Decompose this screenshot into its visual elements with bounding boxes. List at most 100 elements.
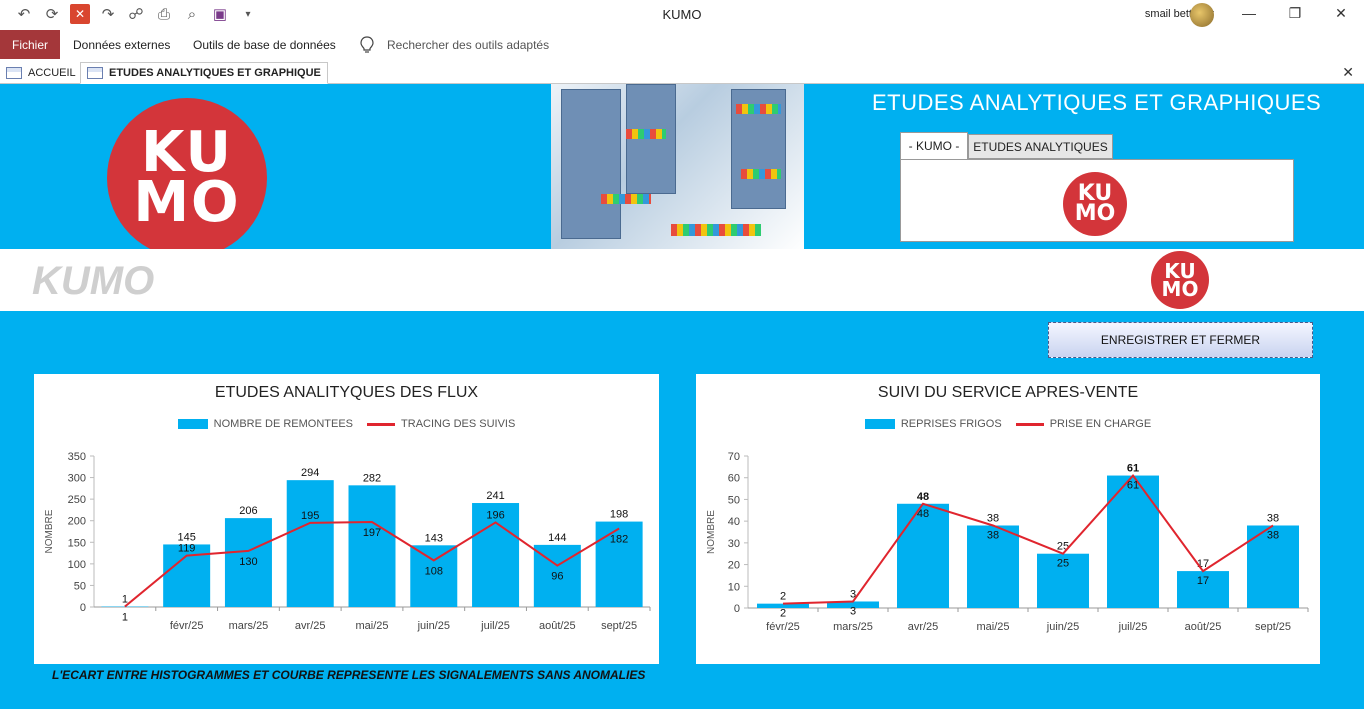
line-data-label: 195	[301, 510, 319, 522]
quick-access-toolbar: ↶ ⟳ ✕ ↷ ☍ ⎙ ⌕ ▣ ▾	[14, 4, 258, 24]
y-tick-label: 0	[80, 602, 86, 614]
tab-etudes[interactable]: ETUDES ANALYTIQUES	[968, 134, 1113, 159]
y-tick-label: 350	[68, 451, 86, 463]
bar-data-label: 144	[548, 532, 566, 544]
line-data-label: 130	[239, 556, 257, 568]
x-tick-label: sept/25	[601, 620, 637, 632]
line-data-label: 61	[1127, 480, 1139, 492]
line-data-label: 38	[987, 529, 999, 541]
attach-icon[interactable]: ☍	[126, 4, 146, 24]
bar-data-label: 38	[1267, 512, 1279, 524]
x-tick-label: août/25	[1185, 621, 1222, 633]
x-tick-label: févr/25	[766, 621, 800, 633]
maximize-icon[interactable]: ❐	[1272, 0, 1318, 26]
bar-data-label: 2	[780, 591, 786, 603]
line-data-label: 1	[122, 612, 128, 624]
minimize-icon[interactable]: —	[1226, 0, 1272, 26]
sav-chart: SUIVI DU SERVICE APRES-VENTE REPRISES FR…	[696, 374, 1320, 664]
tab-etudes-analytiques[interactable]: ETUDES ANALYTIQUES ET GRAPHIQUE	[80, 62, 328, 84]
close-document-icon[interactable]: ✕	[1342, 64, 1354, 81]
customize-icon[interactable]: ▾	[238, 4, 258, 24]
x-tick-label: avr/25	[908, 621, 939, 633]
header-band: KUMO KU MO	[0, 249, 1364, 311]
x-tick-label: mars/25	[229, 620, 269, 632]
close-icon[interactable]: ✕	[1318, 0, 1364, 26]
close-red-icon[interactable]: ✕	[70, 4, 90, 24]
ribbon-menu: Fichier Données externes Outils de base …	[0, 30, 1364, 59]
x-tick-label: févr/25	[170, 620, 204, 632]
tab-page: KU MO	[900, 159, 1294, 242]
bar-data-label: 48	[917, 491, 929, 503]
logo-line: MO	[133, 170, 241, 235]
line-data-label: 196	[486, 509, 504, 521]
line-data-label: 25	[1057, 558, 1069, 570]
tab-label: ACCUEIL	[28, 67, 76, 79]
bar-data-label: 206	[239, 505, 257, 517]
refresh-icon[interactable]: ⟳	[42, 4, 62, 24]
y-tick-label: 20	[728, 560, 740, 572]
lightbulb-icon	[360, 36, 374, 53]
bar	[348, 485, 396, 607]
y-tick-label: 200	[68, 516, 86, 528]
x-tick-label: août/25	[539, 620, 576, 632]
y-tick-label: 60	[728, 473, 740, 485]
app-window: ↶ ⟳ ✕ ↷ ☍ ⎙ ⌕ ▣ ▾ KUMO smail bettahar — …	[0, 0, 1364, 709]
print-preview-icon[interactable]: ⌕	[182, 4, 202, 24]
menu-database-tools[interactable]: Outils de base de données	[193, 38, 336, 52]
y-tick-label: 30	[728, 538, 740, 550]
chart-plot: NOMBRE 0 50 100 150 200 250 300 350 1 févr/25 145 ma…	[44, 451, 651, 632]
sync-icon[interactable]: ⎙	[154, 4, 174, 24]
line-data-label: 3	[850, 605, 856, 617]
filing-cabinet-image	[551, 84, 804, 249]
avatar[interactable]	[1190, 3, 1214, 27]
line-data-label: 197	[363, 527, 381, 539]
y-tick-label: 70	[728, 451, 740, 463]
line-data-label: 108	[425, 565, 443, 577]
form-icon	[6, 67, 22, 79]
y-tick-label: 150	[68, 537, 86, 549]
tab-accueil[interactable]: ACCUEIL	[0, 62, 82, 84]
line-data-label: 17	[1197, 575, 1209, 587]
bar-data-label: 143	[425, 532, 443, 544]
x-tick-label: mai/25	[976, 621, 1009, 633]
chart-plot: NOMBRE010203040506070févr/252mars/253avr…	[706, 451, 1309, 633]
line-data-label: 2	[780, 608, 786, 620]
x-tick-label: juin/25	[417, 620, 450, 632]
line-data-label: 38	[1267, 529, 1279, 541]
y-axis-label: NOMBRE	[44, 509, 55, 553]
tell-me-search[interactable]: Rechercher des outils adaptés	[387, 38, 549, 52]
tab-label: ETUDES ANALYTIQUES ET GRAPHIQUE	[109, 67, 321, 79]
line-data-label: 96	[551, 571, 563, 583]
kumo-logo: KU MO	[107, 98, 267, 258]
kumo-logo-small: KU MO	[1063, 172, 1127, 236]
tab-kumo[interactable]: - KUMO -	[900, 132, 968, 159]
save-and-close-button[interactable]: ENREGISTRER ET FERMER	[1048, 322, 1313, 358]
logo-line: MO	[1161, 277, 1199, 301]
redo-icon[interactable]: ↷	[98, 4, 118, 24]
x-tick-label: avr/25	[295, 620, 326, 632]
menu-external-data[interactable]: Données externes	[73, 38, 170, 52]
bar-data-label: 282	[363, 472, 381, 484]
x-tick-label: sept/25	[1255, 621, 1291, 633]
form-area: KU MO ETUDES ANALYTIQUES ET GRAPHIQUES -…	[0, 84, 1364, 709]
y-tick-label: 40	[728, 516, 740, 528]
x-tick-label: juil/25	[1118, 621, 1148, 633]
bar-data-label: 145	[177, 531, 195, 543]
chart-footnote: L'ECART ENTRE HISTOGRAMMES ET COURBE REP…	[52, 668, 646, 682]
y-tick-label: 10	[728, 581, 740, 593]
bar-data-label: 38	[987, 512, 999, 524]
y-tick-label: 50	[728, 494, 740, 506]
file-tab[interactable]: Fichier	[0, 30, 60, 59]
window-controls: — ❐ ✕	[1226, 0, 1364, 26]
kumo-logo-band: KU MO	[1151, 251, 1209, 309]
line-data-label: 119	[178, 543, 196, 555]
y-tick-label: 250	[68, 494, 86, 506]
bar-data-label: 294	[301, 467, 319, 479]
y-tick-label: 300	[68, 473, 86, 485]
form-title: ETUDES ANALYTIQUES ET GRAPHIQUES	[872, 90, 1322, 115]
undo-icon[interactable]: ↶	[14, 4, 34, 24]
bar-data-label: 198	[610, 509, 628, 521]
bar-data-label: 241	[486, 490, 504, 502]
form-icon	[87, 67, 103, 79]
save-icon[interactable]: ▣	[210, 4, 230, 24]
